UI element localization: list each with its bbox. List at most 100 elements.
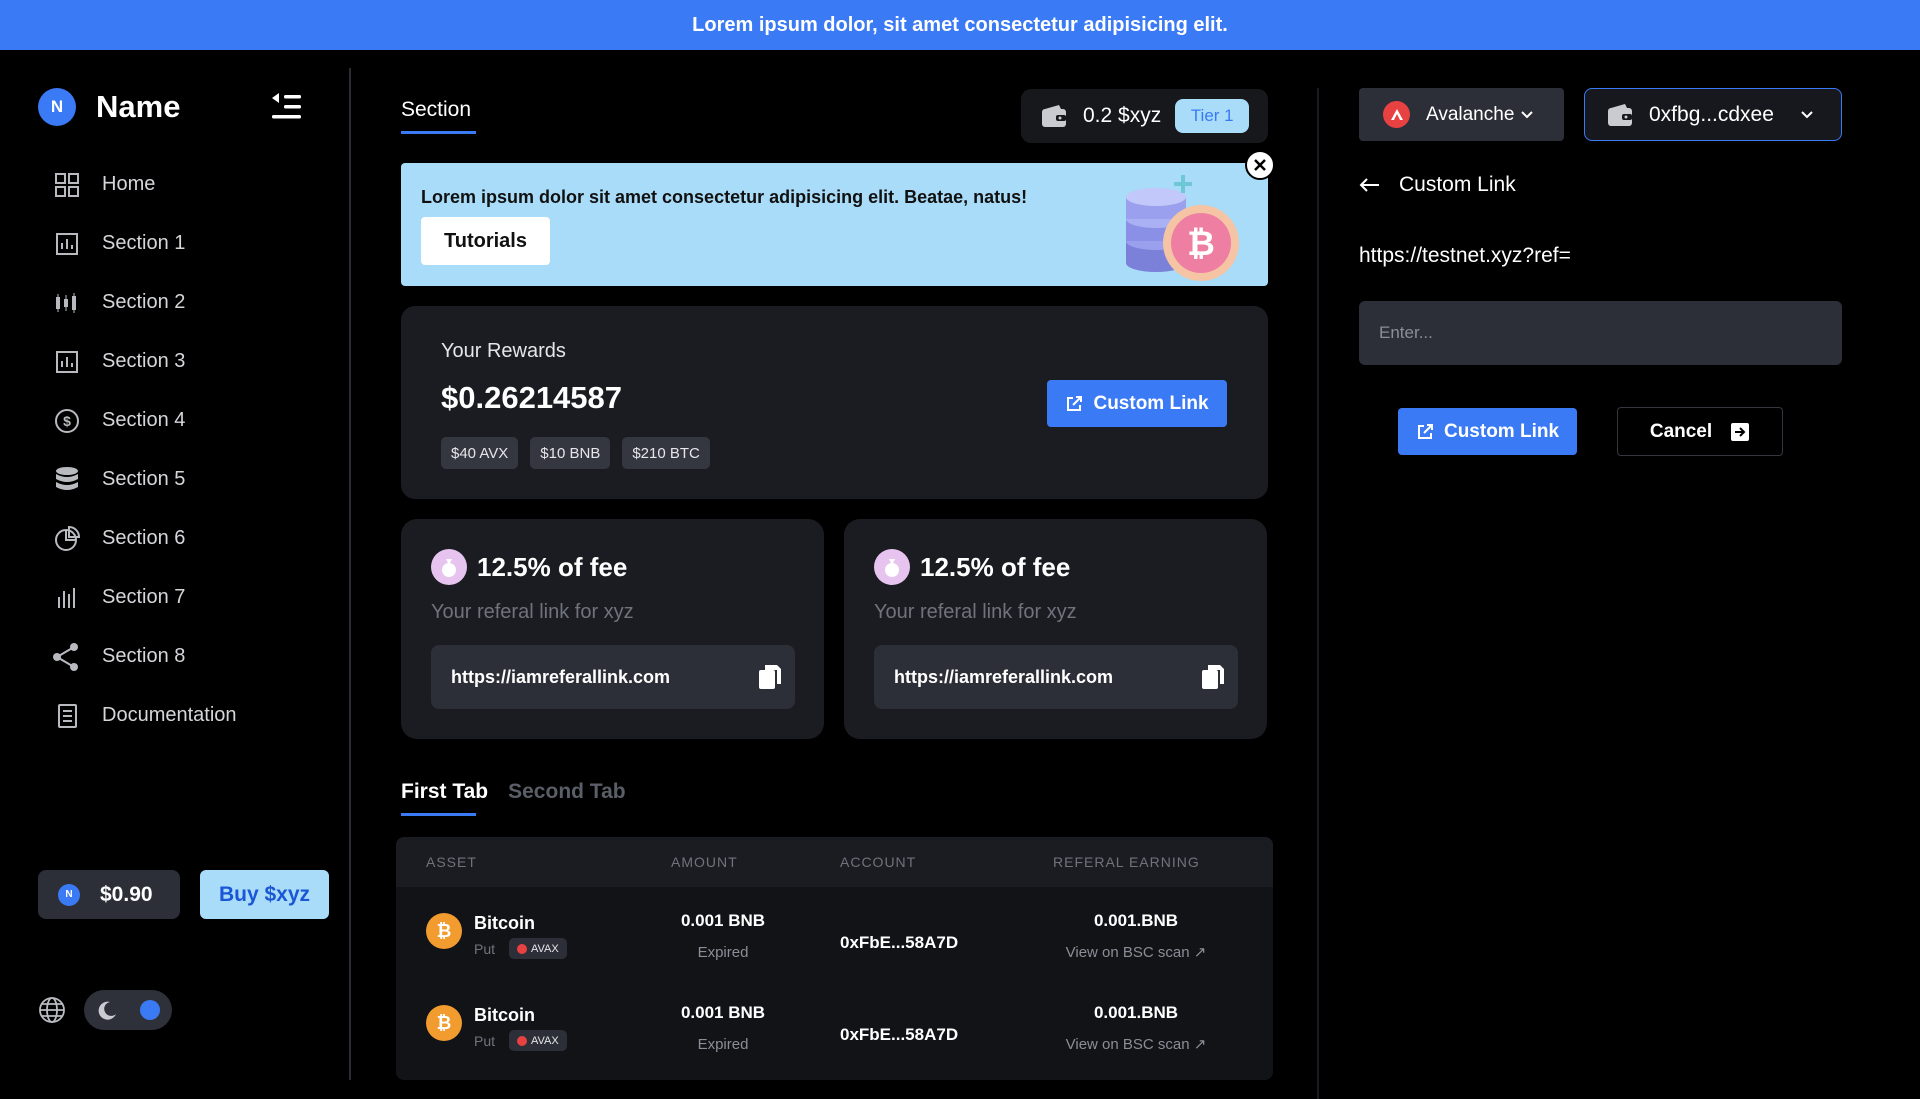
referral-link-field[interactable]: https://iamreferallink.com — [874, 645, 1238, 709]
bar-chart-icon — [56, 232, 78, 255]
referral-earning: 0.001.BNB — [1093, 1003, 1179, 1022]
buy-token-button[interactable]: Buy $xyz — [200, 870, 329, 919]
announcement-bar: Lorem ipsum dolor, sit amet consectetur … — [0, 0, 1920, 50]
cancel-button[interactable]: Cancel — [1617, 407, 1783, 456]
tab-active-indicator — [401, 131, 476, 134]
rewards-breakdown: $40 AVX $10 BNB $210 BTC — [441, 437, 710, 469]
svg-text:₿: ₿ — [1187, 225, 1215, 263]
bsc-scan-label: View on BSC scan — [1065, 944, 1190, 961]
column-header-asset: ASSET — [426, 854, 477, 870]
chevron-down-icon — [1521, 110, 1534, 118]
copy-icon[interactable] — [1200, 663, 1226, 691]
network-label: AVAX — [531, 1034, 559, 1047]
fee-title: 12.5% of fee — [477, 551, 628, 582]
candlestick-icon — [56, 292, 76, 313]
tab-first[interactable]: First Tab — [401, 780, 488, 804]
exit-icon — [1731, 422, 1750, 441]
close-banner-button[interactable] — [1245, 150, 1275, 180]
globe-icon[interactable] — [38, 996, 66, 1024]
sidebar-item-label: Section 8 — [102, 645, 186, 667]
banner-text: Lorem ipsum dolor sit amet consectetur a… — [421, 187, 1028, 207]
share-icon — [53, 642, 78, 671]
avalanche-icon — [517, 1035, 527, 1046]
wallet-icon — [1608, 103, 1632, 126]
referral-fee-card: 12.5% of fee Your referal link for xyz h… — [844, 519, 1267, 739]
network-badge: AVAX — [509, 1030, 567, 1051]
avalanche-icon — [517, 943, 527, 954]
close-icon — [1254, 159, 1266, 171]
asset-type: Put — [474, 1033, 496, 1049]
network-label: AVAX — [531, 942, 559, 955]
sidebar: N Name Home Section 1 Section 2 Section … — [0, 50, 350, 1099]
account: 0xFbE...58A7D — [840, 933, 959, 952]
sidebar-item-section-1[interactable]: Section 1 — [52, 214, 237, 273]
custom-link-back[interactable]: Custom Link — [1359, 173, 1516, 197]
balance-pill: 0.2 $xyz Tier 1 — [1021, 89, 1268, 143]
sidebar-item-documentation[interactable]: Documentation — [52, 686, 237, 745]
wallet-address-select[interactable]: 0xfbg...cdxee — [1584, 88, 1842, 141]
document-icon — [58, 703, 77, 728]
tab-active-indicator — [401, 813, 476, 816]
balance-amount: 0.2 $xyz — [1083, 104, 1162, 127]
account: 0xFbE...58A7D — [840, 1025, 959, 1044]
moon-icon — [98, 1001, 116, 1020]
sidebar-item-label: Section 5 — [102, 468, 186, 490]
tab-second[interactable]: Second Tab — [508, 780, 625, 804]
table-tabs: First Tab Second Tab — [401, 780, 626, 804]
dollar-circle-icon: $ — [55, 408, 79, 433]
sidebar-item-label: Section 6 — [102, 527, 186, 549]
wallet-icon — [1042, 105, 1066, 127]
custom-link-button[interactable]: Custom Link — [1047, 380, 1227, 427]
external-link-icon: ↗ — [1193, 944, 1207, 961]
sidebar-item-section-2[interactable]: Section 2 — [52, 273, 237, 332]
bsc-scan-link[interactable]: View on BSC scan ↗ — [1036, 943, 1236, 961]
copy-icon[interactable] — [757, 663, 783, 691]
reward-chip: $40 AVX — [441, 437, 519, 469]
sidebar-item-label: Documentation — [102, 704, 237, 726]
sidebar-item-label: Section 2 — [102, 291, 186, 313]
toggle-knob — [140, 1000, 160, 1020]
bitcoin-coins-illustration: ₿ — [1126, 175, 1239, 281]
right-panel-divider — [1317, 88, 1319, 1099]
external-link-icon — [1067, 395, 1083, 411]
asset-name: Bitcoin — [474, 1005, 535, 1025]
sidebar-item-section-7[interactable]: Section 7 — [52, 568, 237, 627]
sidebar-item-home[interactable]: Home — [52, 155, 237, 214]
amount-status: Expired — [697, 944, 749, 961]
network-select[interactable]: Avalanche — [1359, 88, 1564, 141]
table-header: ASSET AMOUNT ACCOUNT REFERAL EARNING — [396, 837, 1273, 887]
sidebar-item-section-8[interactable]: Section 8 — [52, 627, 237, 686]
theme-toggle[interactable] — [84, 990, 172, 1030]
tutorials-button[interactable]: Tutorials — [421, 217, 550, 265]
network-badge: AVAX — [509, 938, 567, 959]
sidebar-item-label: Section 7 — [102, 586, 186, 608]
referral-code-input[interactable] — [1359, 301, 1842, 365]
fee-subtitle: Your referal link for xyz — [874, 601, 1077, 623]
sidebar-item-section-4[interactable]: $ Section 4 — [52, 391, 237, 450]
referral-earning: 0.001.BNB — [1093, 911, 1179, 930]
tab-section[interactable]: Section — [401, 98, 471, 122]
table-row[interactable]: ₿ Bitcoin Put AVAX 0.001 BNB Expired 0xF… — [396, 983, 1273, 1079]
bar-chart-icon — [56, 350, 78, 373]
sidebar-item-section-6[interactable]: Section 6 — [52, 509, 237, 568]
sidebar-item-section-3[interactable]: Section 3 — [52, 332, 237, 391]
custom-link-button[interactable]: Custom Link — [1398, 408, 1577, 455]
brand[interactable]: N Name — [38, 88, 180, 126]
sidebar-item-section-5[interactable]: Section 5 — [52, 450, 237, 509]
token-price: N $0.90 — [38, 870, 180, 919]
asset-name: Bitcoin — [474, 913, 535, 933]
reward-chip: $10 BNB — [530, 437, 611, 469]
column-header-account: ACCOUNT — [840, 854, 917, 870]
grid-icon — [55, 172, 79, 197]
referral-link-text: https://iamreferallink.com — [451, 666, 671, 687]
fee-card-header: 12.5% of fee — [874, 549, 1070, 585]
bitcoin-icon: ₿ — [426, 1005, 462, 1041]
fee-card-header: 12.5% of fee — [431, 549, 627, 585]
referral-link-field[interactable]: https://iamreferallink.com — [431, 645, 795, 709]
pie-chart-icon — [55, 525, 81, 551]
table-row[interactable]: ₿ Bitcoin Put AVAX 0.001 BNB Expired 0xF… — [396, 887, 1273, 983]
network-label: Avalanche — [1426, 103, 1515, 125]
bsc-scan-link[interactable]: View on BSC scan ↗ — [1036, 1035, 1236, 1053]
collapse-sidebar-icon[interactable] — [270, 92, 302, 122]
token-logo: N — [58, 883, 80, 906]
